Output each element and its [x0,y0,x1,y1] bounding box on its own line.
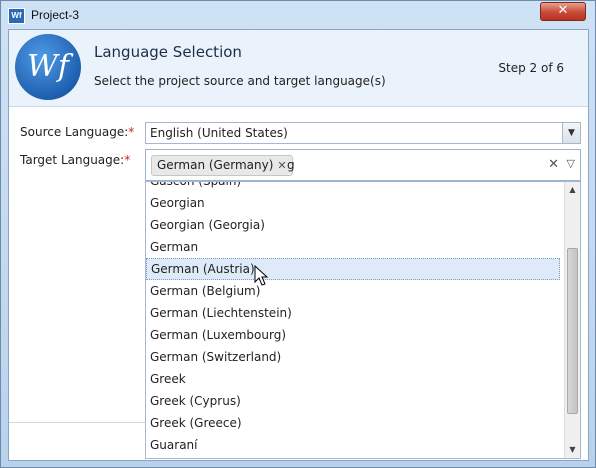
chip-remove-icon[interactable]: ✕ [277,159,286,172]
language-options: Gascon (Spain) Georgian Georgian (Georgia)… [146,182,560,456]
step-indicator: Step 2 of 6 [498,61,564,75]
language-option[interactable]: Georgian (Georgia) [146,214,560,236]
language-option[interactable]: Greek (Cyprus) [146,390,560,412]
source-language-label: Source Language:* [20,125,134,139]
page-title: Language Selection [94,43,242,61]
language-option[interactable]: Georgian [146,192,560,214]
language-option[interactable]: Greek (Greece) [146,412,560,434]
language-option[interactable]: German (Belgium) [146,280,560,302]
chip-label: German (Germany) [157,158,274,172]
wf-logo: Wf [15,34,81,100]
dialog-window: Wf Project-3 ✕ Wf Language Selection Sel… [0,0,596,468]
language-option[interactable]: German [146,236,560,258]
source-language-value: English (United States) [150,126,288,140]
title-bar[interactable]: Wf Project-3 ✕ [1,1,595,28]
expand-icon[interactable]: ▽ [567,157,575,170]
scrollbar-thumb[interactable] [567,248,578,414]
required-mark: * [124,153,131,167]
language-option[interactable]: Greek [146,368,560,390]
language-option[interactable]: Gascon (Spain) [146,182,560,192]
target-language-chip: German (Germany) ✕ [151,155,293,176]
target-language-label: Target Language:* [20,153,130,167]
scrollbar[interactable]: ▲ ▼ [564,182,580,458]
chevron-down-icon[interactable]: ▼ [562,123,580,143]
scroll-up-icon[interactable]: ▲ [565,182,580,198]
scroll-down-icon[interactable]: ▼ [565,442,580,458]
target-language-label-text: Target Language: [20,153,125,167]
typed-text: g [287,158,295,172]
footer-divider [9,422,145,423]
mouse-cursor-icon [254,265,269,286]
language-option[interactable]: German (Liechtenstein) [146,302,560,324]
language-option[interactable]: German (Luxembourg) [146,324,560,346]
dialog-client: Wf Language Selection Select the project… [8,29,589,461]
window-title: Project-3 [31,8,80,22]
page-subtitle: Select the project source and target lan… [94,74,386,88]
language-option[interactable]: Guaraní [146,434,560,456]
source-language-label-text: Source Language: [20,125,129,139]
wizard-header: Wf Language Selection Select the project… [9,30,588,107]
close-button[interactable]: ✕ [540,2,586,21]
required-mark: * [128,125,135,139]
language-option[interactable]: German (Austria) [146,258,560,280]
clear-icon[interactable]: ✕ [548,157,559,172]
language-dropdown-list[interactable]: Gascon (Spain) Georgian Georgian (Georgia)… [145,181,581,459]
language-option[interactable]: German (Switzerland) [146,346,560,368]
target-language-input[interactable]: German (Germany) ✕ g ✕ ▽ [145,149,581,181]
source-language-select[interactable]: English (United States) ▼ [145,122,581,144]
app-icon: Wf [8,8,25,24]
